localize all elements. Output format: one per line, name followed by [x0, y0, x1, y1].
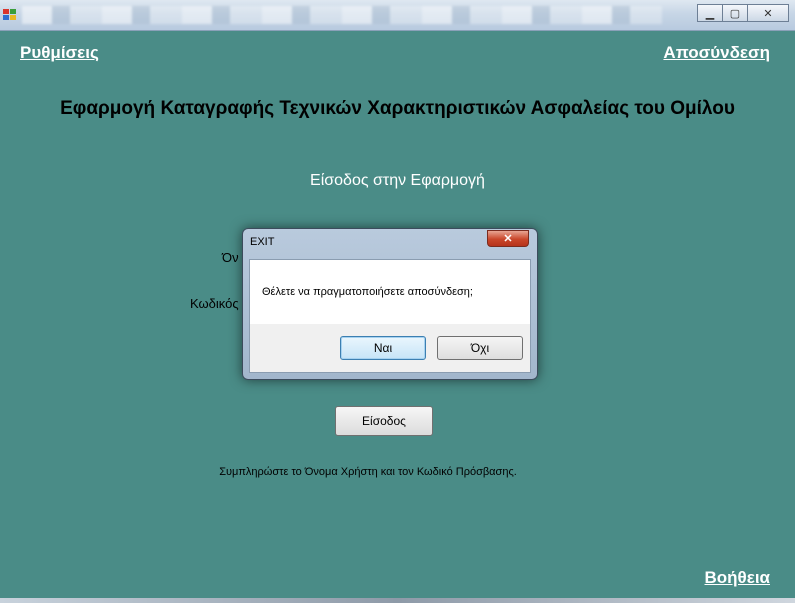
close-icon: ✕ [763, 7, 773, 20]
settings-link[interactable]: Ρυθμίσεις [20, 43, 99, 63]
password-label: Κωδικός [190, 296, 239, 311]
maximize-button[interactable]: ▢ [722, 4, 748, 22]
dialog-message: Θέλετε να πραγματοποιήσετε αποσύνδεση; [262, 286, 473, 298]
page-title: Εφαρμογή Καταγραφής Τεχνικών Χαρακτηριστ… [60, 98, 735, 119]
dialog-body: Θέλετε να πραγματοποιήσετε αποσύνδεση; [249, 259, 531, 324]
login-hint: Συμπληρώστε το Όνομα Χρήστη και τον Κωδι… [219, 466, 517, 478]
yes-button[interactable]: Ναι [340, 336, 426, 360]
no-button[interactable]: Όχι [437, 336, 523, 360]
app-icon [3, 9, 17, 21]
minimize-icon: ▁ [705, 7, 715, 20]
window-controls: ▁ ▢ ✕ [697, 4, 789, 22]
dialog-close-button[interactable]: ✕ [487, 230, 529, 247]
login-subtitle: Είσοδος στην Εφαρμογή [310, 172, 485, 189]
window-titlebar: ▁ ▢ ✕ [0, 0, 795, 31]
exit-dialog: EXIT ✕ Θέλετε να πραγματοποιήσετε αποσύν… [242, 228, 538, 380]
username-label: Όν [222, 250, 239, 265]
logout-link[interactable]: Αποσύνδεση [663, 43, 770, 63]
help-link[interactable]: Βοήθεια [705, 568, 770, 588]
taskbar-edge [0, 598, 795, 603]
close-button[interactable]: ✕ [747, 4, 789, 22]
close-icon: ✕ [503, 233, 513, 245]
login-button[interactable]: Είσοδος [335, 406, 433, 436]
maximize-icon: ▢ [729, 7, 741, 20]
dialog-title: EXIT [250, 236, 275, 248]
dialog-footer: Ναι Όχι [249, 324, 531, 373]
blurred-background-strip [22, 6, 662, 24]
minimize-button[interactable]: ▁ [697, 4, 723, 22]
